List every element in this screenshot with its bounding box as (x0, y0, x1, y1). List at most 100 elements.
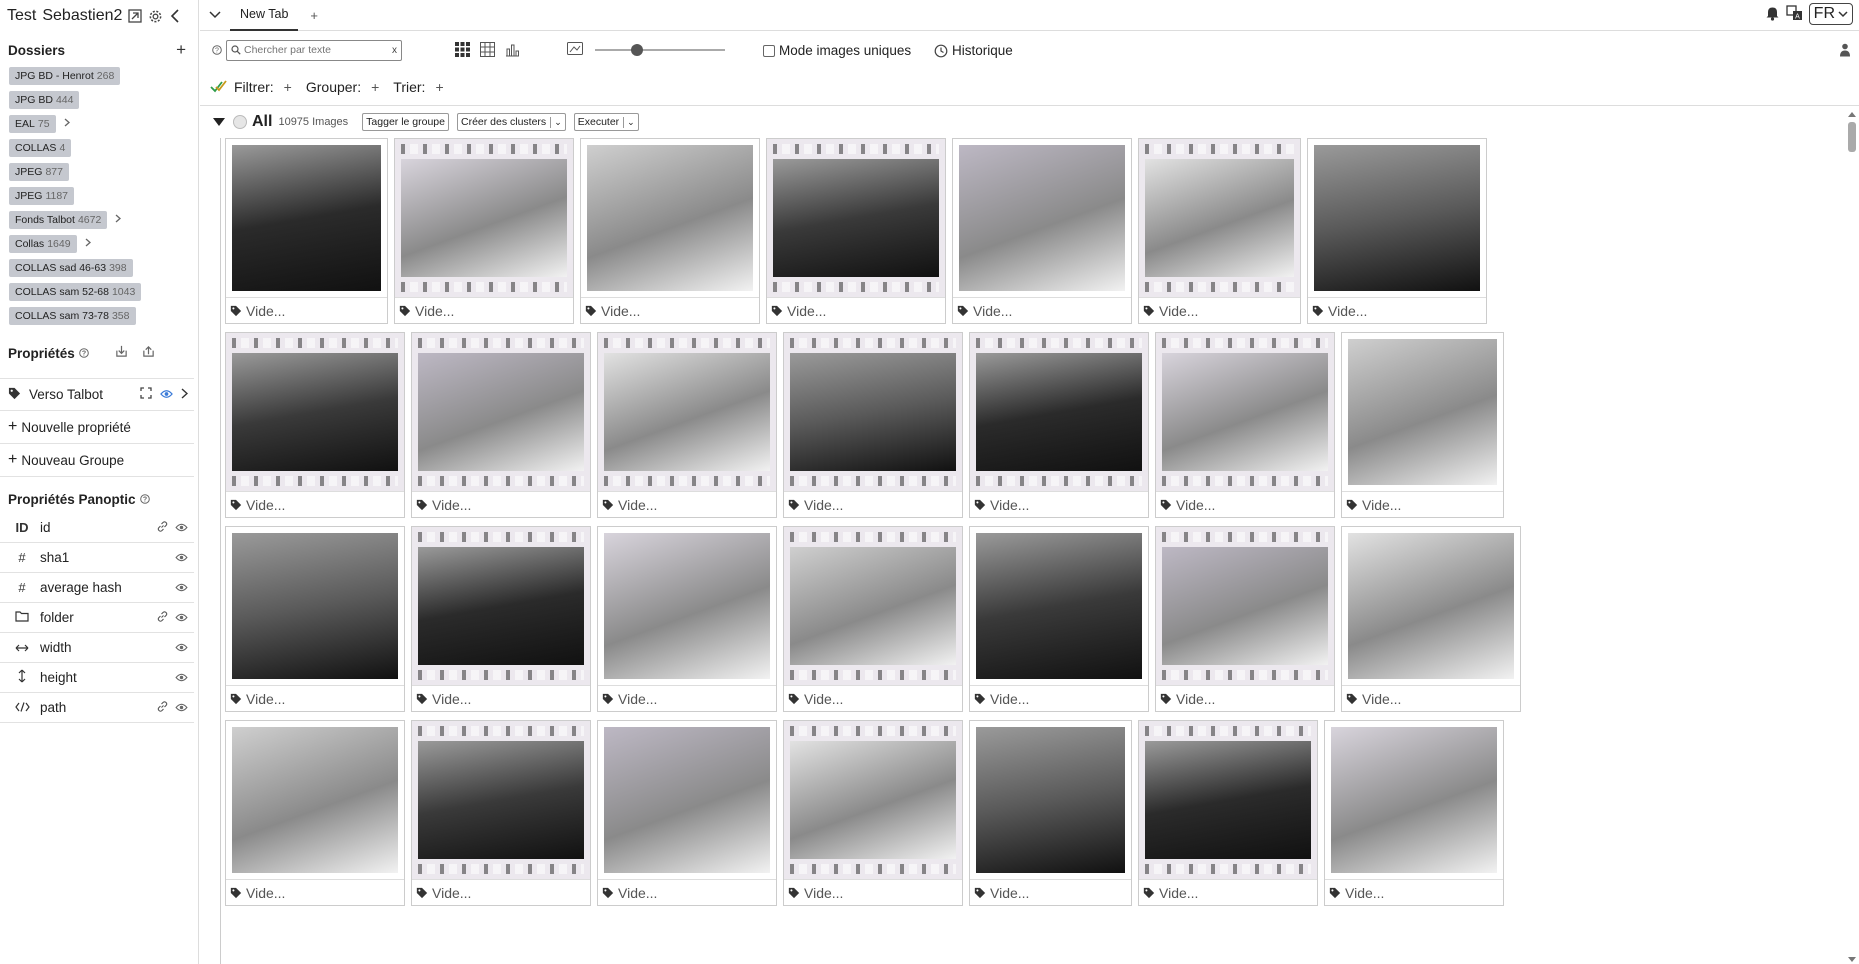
new-property-button[interactable]: + Nouvelle propriété (0, 411, 194, 444)
image-thumbnail[interactable] (1342, 527, 1520, 685)
select-group-checkbox[interactable] (233, 115, 247, 129)
image-thumbnail[interactable] (784, 333, 962, 491)
image-thumbnail[interactable] (970, 333, 1148, 491)
image-card[interactable]: Vide... (1324, 720, 1504, 906)
image-tag-field[interactable]: Vide... (1342, 491, 1503, 517)
image-tag-field[interactable]: Vide... (784, 685, 962, 711)
image-tag-field[interactable]: Vide... (1308, 297, 1486, 323)
chevron-right-icon[interactable] (64, 118, 70, 130)
gear-icon[interactable] (148, 9, 163, 24)
image-card[interactable]: Vide... (1307, 138, 1487, 324)
image-card[interactable]: Vide... (225, 720, 405, 906)
image-tag-field[interactable]: Vide... (598, 491, 776, 517)
image-tag-field[interactable]: Vide... (953, 297, 1131, 323)
image-card[interactable]: Vide... (1138, 720, 1318, 906)
add-group-button[interactable]: + (371, 79, 379, 95)
image-thumbnail[interactable] (1156, 527, 1334, 685)
translate-icon[interactable]: A (1786, 4, 1803, 24)
image-tag-field[interactable]: Vide... (412, 879, 590, 905)
tab-new-tab[interactable]: New Tab (230, 0, 299, 31)
image-tag-field[interactable]: Vide... (970, 879, 1131, 905)
table-view-icon[interactable] (480, 42, 495, 60)
image-tag-field[interactable]: Vide... (784, 491, 962, 517)
image-thumbnail[interactable] (581, 139, 759, 297)
import-icon[interactable] (115, 345, 128, 361)
image-thumbnail[interactable] (1308, 139, 1486, 297)
link-icon[interactable] (157, 520, 168, 535)
scrollbar[interactable] (1847, 112, 1857, 962)
search-input[interactable] (244, 44, 392, 56)
image-thumbnail[interactable] (395, 139, 573, 297)
property-row-verso-talbot[interactable]: Verso Talbot (0, 378, 194, 411)
image-tag-field[interactable]: Vide... (226, 297, 387, 323)
sort-label[interactable]: Trier: (393, 79, 425, 95)
grid-view-icon[interactable] (455, 42, 470, 60)
image-thumbnail[interactable] (226, 139, 387, 297)
image-thumbnail[interactable] (226, 527, 404, 685)
expand-icon[interactable] (140, 387, 152, 402)
image-card[interactable]: Vide... (1155, 526, 1335, 712)
image-tag-field[interactable]: Vide... (226, 685, 404, 711)
image-thumbnail[interactable] (1156, 333, 1334, 491)
history-button[interactable]: Historique (934, 43, 1013, 58)
image-card[interactable]: Vide... (411, 332, 591, 518)
folder-tag[interactable]: COLLAS sad 46-63 398 (9, 259, 133, 277)
image-card[interactable]: Vide... (969, 332, 1149, 518)
image-tag-field[interactable]: Vide... (784, 879, 962, 905)
image-tag-field[interactable]: Vide... (1156, 491, 1334, 517)
collapse-panel-icon[interactable] (169, 9, 181, 23)
image-tag-field[interactable]: Vide... (598, 685, 776, 711)
image-card[interactable]: Vide... (225, 138, 388, 324)
image-tag-field[interactable]: Vide... (412, 685, 590, 711)
image-card[interactable]: Vide... (1341, 332, 1504, 518)
help-icon[interactable]: ? (139, 492, 150, 507)
chevron-right-icon[interactable] (85, 238, 91, 250)
image-tag-field[interactable]: Vide... (226, 879, 404, 905)
image-tag-field[interactable]: Vide... (767, 297, 945, 323)
image-card[interactable]: Vide... (225, 526, 405, 712)
scrollbar-thumb[interactable] (1848, 122, 1856, 152)
image-tag-field[interactable]: Vide... (1342, 685, 1520, 711)
panoptic-property-row[interactable]: ID id (0, 513, 194, 543)
image-card[interactable]: Vide... (969, 720, 1132, 906)
image-card[interactable]: Vide... (225, 332, 405, 518)
image-tag-field[interactable]: Vide... (226, 491, 404, 517)
eye-icon[interactable] (175, 580, 188, 595)
zoom-slider[interactable] (595, 44, 725, 56)
image-tag-field[interactable]: Vide... (395, 297, 573, 323)
folder-tag[interactable]: JPG BD 444 (9, 91, 80, 109)
chart-view-icon[interactable] (505, 42, 520, 60)
image-card[interactable]: Vide... (1138, 138, 1301, 324)
chevron-right-icon[interactable] (181, 387, 189, 402)
folder-tag[interactable]: EAL 75 (9, 115, 56, 133)
eye-icon[interactable] (160, 387, 173, 402)
tag-group-button[interactable]: Tagger le groupe (362, 113, 449, 131)
image-card[interactable]: Vide... (394, 138, 574, 324)
zoom-slider-knob[interactable] (630, 44, 643, 56)
scroll-down-arrow[interactable] (1848, 957, 1856, 962)
image-thumbnail[interactable] (412, 721, 590, 879)
scroll-up-arrow[interactable] (1848, 112, 1856, 117)
eye-icon[interactable] (175, 670, 188, 685)
export-icon[interactable] (142, 345, 155, 361)
chevron-down-icon[interactable] (200, 11, 230, 19)
image-card[interactable]: Vide... (1155, 332, 1335, 518)
execute-button[interactable]: Executer ⌄ (573, 113, 639, 131)
folder-tag[interactable]: Fonds Talbot 4672 (9, 211, 108, 229)
folder-tag[interactable]: COLLAS sam 52-68 1043 (9, 283, 142, 301)
create-clusters-button[interactable]: Créer des clusters ⌄ (456, 113, 566, 131)
image-thumbnail[interactable] (784, 721, 962, 879)
help-icon[interactable]: ? (212, 45, 222, 55)
image-thumbnail[interactable] (970, 527, 1148, 685)
image-card[interactable]: Vide... (783, 332, 963, 518)
image-tag-field[interactable]: Vide... (412, 491, 590, 517)
folder-tag[interactable]: JPEG 877 (9, 163, 69, 181)
panoptic-property-row[interactable]: folder (0, 603, 194, 633)
image-thumbnail[interactable] (412, 527, 590, 685)
chevron-down-icon[interactable]: ⌄ (623, 116, 635, 128)
image-card[interactable]: Vide... (783, 720, 963, 906)
image-thumbnail[interactable] (226, 721, 404, 879)
link-icon[interactable] (157, 700, 168, 715)
eye-icon[interactable] (175, 700, 188, 715)
eye-icon[interactable] (175, 640, 188, 655)
